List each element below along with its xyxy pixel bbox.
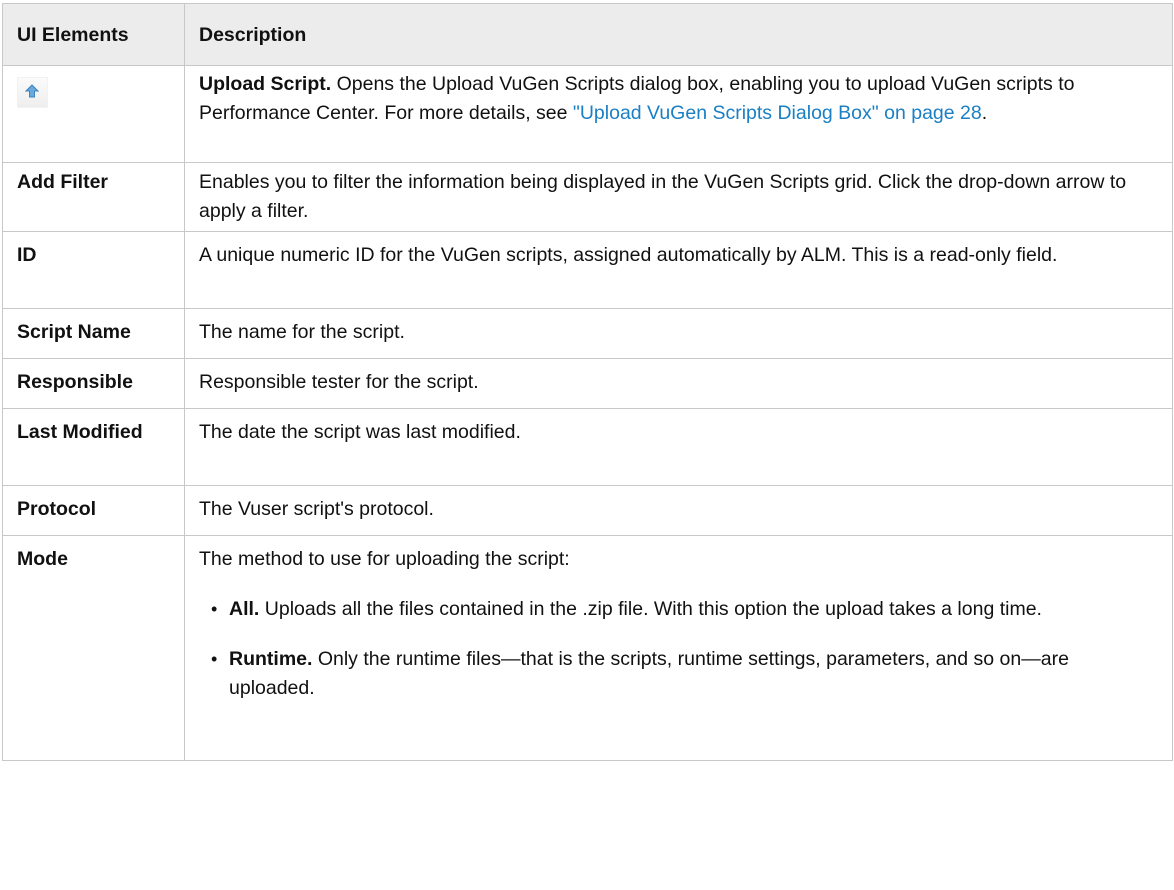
mode-description: The method to use for uploading the scri… [184, 535, 1173, 761]
script-name-description: The name for the script. [184, 308, 1173, 359]
upload-script-end: . [981, 102, 988, 124]
protocol-description: The Vuser script's protocol. [184, 485, 1173, 536]
table-header-row: UI Elements Description [2, 3, 1173, 66]
upload-dialog-link[interactable]: "Upload VuGen Scripts Dialog Box" on pag… [573, 102, 982, 124]
mode-intro: The method to use for uploading the scri… [199, 548, 570, 570]
mode-all-text: Uploads all the files contained in the .… [259, 598, 1042, 620]
table-row: Upload Script. Opens the Upload VuGen Sc… [2, 65, 1173, 163]
id-description: A unique numeric ID for the VuGen script… [184, 231, 1173, 309]
mode-option-runtime: Runtime. Only the runtime files—that is … [199, 645, 1158, 703]
last-modified-label: Last Modified [2, 408, 185, 486]
header-description: Description [184, 3, 1173, 66]
responsible-label: Responsible [2, 358, 185, 409]
table-row: Protocol The Vuser script's protocol. [2, 485, 1173, 536]
mode-option-all: All. Uploads all the files contained in … [199, 595, 1158, 624]
table-row: Add Filter Enables you to filter the inf… [2, 162, 1173, 232]
upload-icon-cell [2, 65, 185, 163]
upload-arrow-icon[interactable] [17, 77, 48, 108]
add-filter-description: Enables you to filter the information be… [184, 162, 1173, 232]
table-row: Mode The method to use for uploading the… [2, 535, 1173, 761]
mode-runtime-title: Runtime. [229, 648, 313, 670]
id-label: ID [2, 231, 185, 309]
upload-script-description: Upload Script. Opens the Upload VuGen Sc… [184, 65, 1173, 163]
mode-all-title: All. [229, 598, 260, 620]
table-row: Last Modified The date the script was la… [2, 408, 1173, 486]
table-row: Script Name The name for the script. [2, 308, 1173, 359]
protocol-label: Protocol [2, 485, 185, 536]
header-ui-elements: UI Elements [2, 3, 185, 66]
mode-runtime-text: Only the runtime files—that is the scrip… [229, 648, 1069, 699]
script-name-label: Script Name [2, 308, 185, 359]
responsible-description: Responsible tester for the script. [184, 358, 1173, 409]
table-row: Responsible Responsible tester for the s… [2, 358, 1173, 409]
table-row: ID A unique numeric ID for the VuGen scr… [2, 231, 1173, 309]
upload-script-title: Upload Script. [199, 73, 332, 95]
mode-label: Mode [2, 535, 185, 761]
add-filter-label: Add Filter [2, 162, 185, 232]
mode-options-list: All. Uploads all the files contained in … [199, 595, 1158, 703]
last-modified-description: The date the script was last modified. [184, 408, 1173, 486]
ui-elements-table: UI Elements Description Upload Script. O… [2, 3, 1173, 761]
